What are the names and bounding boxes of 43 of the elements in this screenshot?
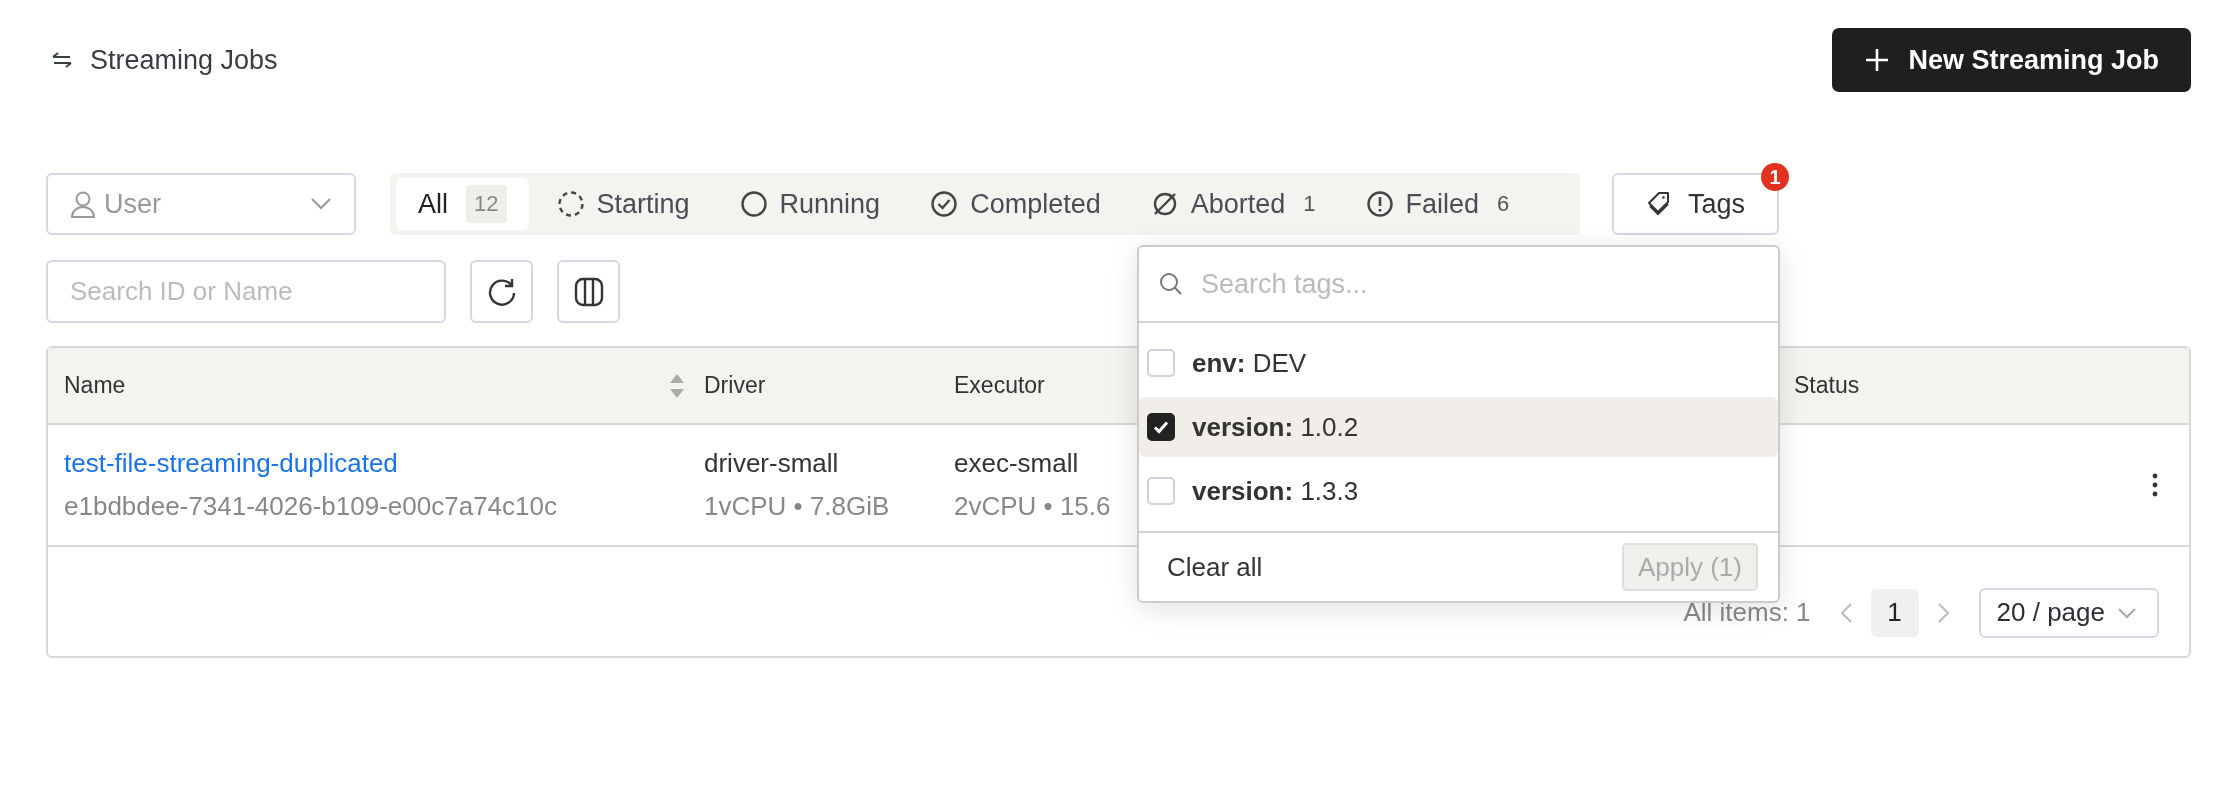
- count-badge: 1: [1761, 163, 1790, 191]
- tag-option[interactable]: version: 1.0.2: [1139, 397, 1778, 457]
- tag-icon: [1646, 191, 1672, 217]
- column-header: Status: [1794, 372, 1861, 399]
- more-icon[interactable]: [2151, 472, 2159, 498]
- column-header: Driver: [703, 372, 767, 399]
- refresh-button[interactable]: [470, 260, 533, 323]
- checkbox[interactable]: [1147, 413, 1175, 441]
- column-header: Executor: [954, 372, 1046, 399]
- column-header[interactable]: Name: [48, 371, 699, 400]
- executor-name: exec-small: [954, 448, 1079, 479]
- job-id: e1bdbdee-7341-4026-b109-e00c7a74c10c: [64, 491, 557, 522]
- status-tab[interactable]: Aborted 1: [1128, 178, 1338, 230]
- status-tab[interactable]: Completed: [908, 178, 1123, 230]
- alert-circle-icon: [1365, 190, 1394, 218]
- page-button[interactable]: 1: [1870, 588, 1919, 637]
- user-icon: [70, 190, 96, 218]
- columns-icon: [572, 275, 605, 308]
- chevron-down-icon: [2117, 606, 2137, 619]
- driver-spec: 1vCPU • 7.8GiB: [704, 491, 890, 522]
- status-tab[interactable]: All 12: [396, 178, 529, 230]
- page-size-select[interactable]: 20 / page: [1978, 587, 2159, 638]
- tag-option[interactable]: env: DEV: [1139, 333, 1778, 393]
- dashed-circle-icon: [556, 190, 585, 218]
- total-items: All items: 1: [1683, 597, 1811, 628]
- page-title: Streaming Jobs: [90, 44, 278, 76]
- status-tab[interactable]: Failed 6: [1343, 178, 1532, 230]
- new-streaming-job-button[interactable]: New Streaming Job: [1832, 28, 2191, 92]
- executor-spec: 2vCPU • 15.6: [954, 491, 1111, 522]
- status-tab[interactable]: Starting: [534, 178, 712, 230]
- search-field[interactable]: Search ID or Name: [46, 260, 446, 323]
- swap-icon: [50, 50, 74, 70]
- driver-name: driver-small: [704, 448, 839, 479]
- status-tab[interactable]: Running: [717, 178, 903, 230]
- check-circle-icon: [930, 190, 959, 218]
- circle-icon: [739, 190, 768, 218]
- job-name-link[interactable]: test-file-streaming-duplicated: [64, 448, 398, 479]
- chevron-down-icon: [310, 197, 332, 211]
- tag-option[interactable]: version: 1.3.3: [1139, 461, 1778, 521]
- columns-button[interactable]: [557, 260, 620, 323]
- search-icon: [1159, 272, 1183, 296]
- plus-icon: [1864, 47, 1891, 73]
- clear-all-button[interactable]: Clear all: [1161, 550, 1269, 584]
